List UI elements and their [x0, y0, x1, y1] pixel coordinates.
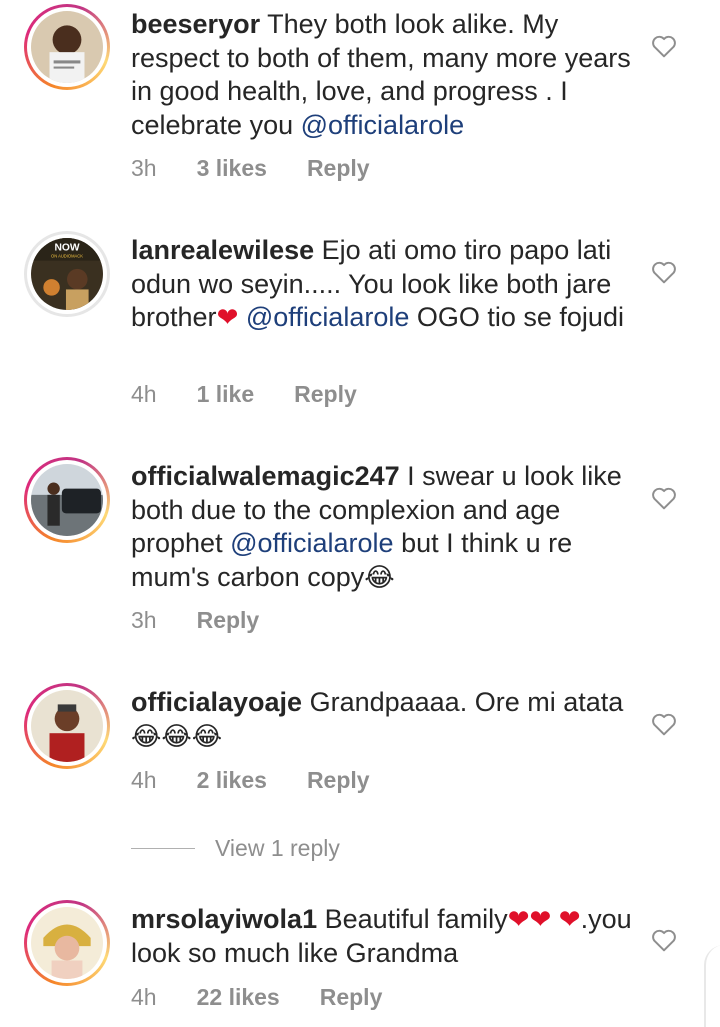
comment-body-text: Grandpaaaa. Ore mi atata [302, 687, 624, 717]
comment-time: 3h [131, 155, 157, 181]
comment-body-text-after: OGO tio se fojudi [409, 302, 624, 332]
comment-body-text: Beautiful family [317, 904, 508, 934]
avatar-mrsolayiwola1[interactable] [24, 900, 110, 986]
heart-outline-icon[interactable] [651, 260, 677, 284]
view-replies-label[interactable]: View 1 reply [215, 835, 340, 862]
comment-likes[interactable]: 1 like [197, 381, 255, 408]
heart-outline-icon[interactable] [651, 486, 677, 510]
comment-likes[interactable]: 2 likes [197, 767, 267, 794]
heart-emoji-2: ❤ [558, 904, 581, 934]
mention-link[interactable]: @officialarole [246, 302, 410, 332]
laughing-emoji: 😂😂😂 [131, 720, 223, 751]
comment-username[interactable]: beeseryor [131, 9, 260, 39]
avatar-beeseryor[interactable] [24, 4, 110, 90]
comment-meta: 4h 2 likes Reply [131, 767, 370, 794]
comment-likes[interactable]: 22 likes [197, 984, 280, 1011]
avatar-lanrealewilese[interactable]: NOW ON AUDIOMACK [24, 231, 110, 317]
heart-emoji: ❤❤ [507, 904, 552, 934]
reply-button[interactable]: Reply [307, 155, 370, 182]
comment-text: beeseryor They both look alike. My respe… [131, 8, 636, 142]
comment-username[interactable]: lanrealewilese [131, 235, 314, 265]
avatar-officialayoaje[interactable] [24, 683, 110, 769]
avatar-text-now: NOW [54, 242, 79, 253]
heart-outline-icon[interactable] [651, 712, 677, 736]
comment-meta: 4h 22 likes Reply [131, 984, 382, 1011]
reply-button[interactable]: Reply [197, 607, 260, 634]
comment-time: 4h [131, 984, 157, 1010]
heart-outline-icon[interactable] [651, 34, 677, 58]
avatar-officialwalemagic247[interactable] [24, 457, 110, 543]
comment-text: mrsolayiwola1 Beautiful family❤❤ ❤.you l… [131, 903, 636, 970]
laughing-emoji: 😂 [364, 561, 395, 592]
comment-meta: 4h 1 like Reply [131, 381, 357, 408]
reply-button[interactable]: Reply [294, 381, 357, 408]
comment-time: 4h [131, 767, 157, 793]
mention-link[interactable]: @officialarole [301, 110, 465, 140]
scroll-edge [704, 945, 720, 1027]
heart-outline-icon[interactable] [651, 928, 677, 952]
comment-meta: 3h Reply [131, 607, 259, 634]
comment-time: 3h [131, 607, 157, 633]
comment-time: 4h [131, 381, 157, 407]
comment-text: officialayoaje Grandpaaaa. Ore mi atata … [131, 686, 636, 753]
comment-username[interactable]: mrsolayiwola1 [131, 904, 317, 934]
replies-divider [131, 848, 195, 849]
reply-button[interactable]: Reply [307, 767, 370, 794]
comment-text: officialwalemagic247 I swear u look like… [131, 460, 636, 594]
comment-username[interactable]: officialwalemagic247 [131, 461, 400, 491]
view-replies-button[interactable]: View 1 reply [131, 835, 340, 862]
reply-button[interactable]: Reply [320, 984, 383, 1011]
comment-likes[interactable]: 3 likes [197, 155, 267, 182]
mention-link[interactable]: @officialarole [230, 528, 394, 558]
avatar-text-sub: ON AUDIOMACK [51, 254, 83, 259]
comment-username[interactable]: officialayoaje [131, 687, 302, 717]
comment-meta: 3h 3 likes Reply [131, 155, 370, 182]
comment-text: lanrealewilese Ejo ati omo tiro papo lat… [131, 234, 636, 335]
heart-emoji: ❤ [216, 302, 239, 332]
